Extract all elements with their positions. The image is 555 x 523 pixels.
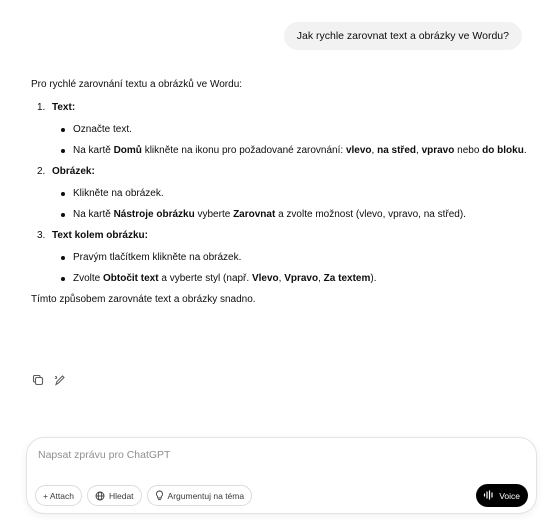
edit-icon (54, 375, 65, 386)
bullet-list: Klikněte na obrázek. Na kartě Nástroje o… (52, 186, 531, 222)
copy-button[interactable] (31, 373, 45, 387)
message-input[interactable] (38, 446, 518, 464)
step-number: 3. (37, 230, 46, 241)
composer-tools: + Attach Hledat Argumentuj na téma (35, 485, 253, 506)
copy-icon (32, 374, 44, 386)
voice-button[interactable]: Voice (476, 484, 528, 507)
search-label: Hledat (108, 490, 134, 501)
bullet-item: Na kartě Nástroje obrázku vyberte Zarovn… (52, 207, 531, 222)
reason-label: Argumentuj na téma (167, 490, 245, 501)
attach-button[interactable]: + Attach (35, 485, 82, 506)
bullet-item: Označte text. (52, 122, 531, 137)
waveform-icon (483, 489, 495, 502)
step-title: Obrázek: (52, 166, 95, 177)
step-number: 1. (37, 102, 46, 113)
step-title: Text: (52, 102, 76, 113)
step-item: 1. Text: Označte text. Na kartě Domů kli… (31, 100, 531, 158)
bullet-item: Klikněte na obrázek. (52, 186, 531, 201)
user-message-row: Jak rychle zarovnat text a obrázky ve Wo… (283, 22, 522, 50)
bullet-item: Zvolte Obtočit text a vyberte styl (např… (52, 271, 531, 286)
step-item: 2. Obrázek: Klikněte na obrázek. Na kart… (31, 164, 531, 222)
edit-button[interactable] (53, 373, 67, 387)
voice-label: Voice (499, 490, 520, 501)
answer-outro: Tímto způsobem zarovnáte text a obrázky … (31, 294, 256, 305)
bullet-list: Označte text. Na kartě Domů klikněte na … (52, 122, 531, 158)
step-title: Text kolem obrázku: (52, 230, 148, 241)
message-composer: + Attach Hledat (26, 437, 537, 514)
assistant-message: Pro rychlé zarovnání textu a obrázků ve … (31, 77, 531, 307)
globe-icon (95, 491, 105, 501)
step-number: 2. (37, 166, 46, 177)
steps-list: 1. Text: Označte text. Na kartě Domů kli… (31, 100, 531, 286)
user-message-bubble: Jak rychle zarovnat text a obrázky ve Wo… (283, 22, 522, 50)
attach-label: + Attach (43, 490, 74, 501)
search-button[interactable]: Hledat (86, 485, 142, 506)
message-actions (31, 373, 67, 387)
lightbulb-icon (155, 490, 164, 501)
bullet-item: Na kartě Domů klikněte na ikonu pro poža… (52, 143, 531, 158)
chat-page: Jak rychle zarovnat text a obrázky ve Wo… (0, 0, 555, 523)
reason-button[interactable]: Argumentuj na téma (146, 485, 253, 506)
bullet-item: Pravým tlačítkem klikněte na obrázek. (52, 250, 531, 265)
answer-intro: Pro rychlé zarovnání textu a obrázků ve … (31, 79, 243, 90)
step-item: 3. Text kolem obrázku: Pravým tlačítkem … (31, 228, 531, 286)
bullet-list: Pravým tlačítkem klikněte na obrázek. Zv… (52, 250, 531, 286)
